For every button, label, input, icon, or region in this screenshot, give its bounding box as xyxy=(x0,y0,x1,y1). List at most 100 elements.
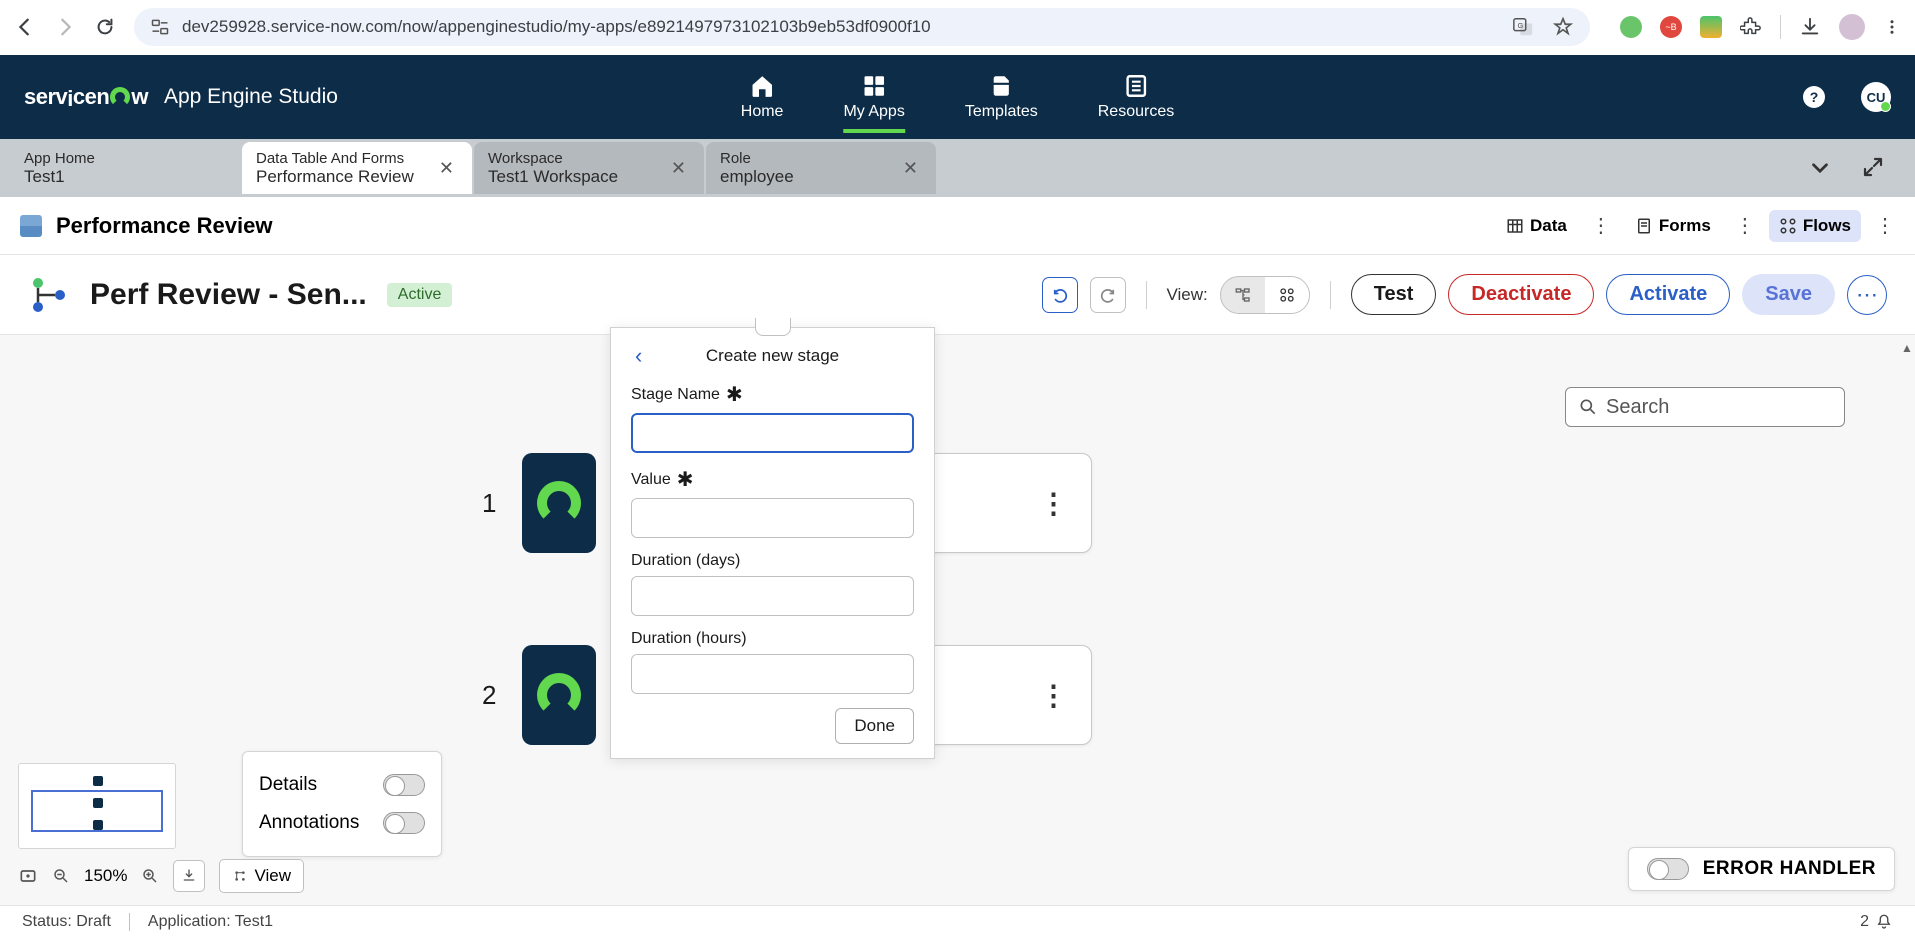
search-icon xyxy=(1578,397,1598,417)
forms-tab[interactable]: Forms xyxy=(1625,210,1721,242)
flows-menu[interactable]: ⋮ xyxy=(1875,213,1895,238)
tab-workspace[interactable]: Workspace Test1 Workspace ✕ xyxy=(474,142,704,194)
app-header: servicenw App Engine Studio Home My Apps… xyxy=(0,55,1915,139)
chevron-down-icon[interactable] xyxy=(1807,155,1833,181)
step-number: 2 xyxy=(482,680,496,711)
nav-my-apps[interactable]: My Apps xyxy=(843,73,904,121)
back-icon[interactable] xyxy=(14,16,36,38)
extension-icon-3[interactable] xyxy=(1700,16,1722,38)
url-text: dev259928.service-now.com/now/appengines… xyxy=(182,17,1500,37)
view-toggle[interactable] xyxy=(1220,276,1310,314)
nav-templates[interactable]: Templates xyxy=(965,73,1038,121)
sub-header: Performance Review Data ⋮ Forms ⋮ Flows … xyxy=(0,197,1915,255)
forward-icon[interactable] xyxy=(54,16,76,38)
nav-home[interactable]: Home xyxy=(741,73,784,121)
table-icon xyxy=(20,215,42,237)
error-handler-toggle[interactable] xyxy=(1647,858,1689,880)
stage-name-label: Stage Name xyxy=(631,386,720,404)
search-placeholder: Search xyxy=(1606,396,1669,419)
close-icon[interactable]: ✕ xyxy=(667,154,690,183)
close-icon[interactable]: ✕ xyxy=(899,154,922,183)
forms-menu[interactable]: ⋮ xyxy=(1735,213,1755,238)
flow-type-icon xyxy=(28,275,68,315)
zoom-bar: 150% View xyxy=(18,859,304,893)
bell-icon[interactable] xyxy=(1875,913,1893,931)
duration-hours-label: Duration (hours) xyxy=(631,630,747,648)
resources-icon xyxy=(1123,73,1149,99)
create-stage-popover: ‹ Create new stage Stage Name✱ Value✱ Du… xyxy=(610,327,935,759)
step-tile[interactable] xyxy=(522,645,596,745)
extensions-icon[interactable] xyxy=(1740,16,1762,38)
close-icon[interactable]: ✕ xyxy=(435,154,458,183)
help-button[interactable]: ? xyxy=(1803,86,1825,108)
footer: Status: Draft Application: Test1 2 xyxy=(0,905,1915,937)
data-menu[interactable]: ⋮ xyxy=(1591,213,1611,238)
nav-resources[interactable]: Resources xyxy=(1098,73,1174,121)
minimap[interactable] xyxy=(18,763,176,849)
tree-view-option[interactable] xyxy=(1221,277,1265,313)
download-icon[interactable] xyxy=(1799,16,1821,38)
activate-button[interactable]: Activate xyxy=(1606,274,1730,315)
fit-icon[interactable] xyxy=(18,866,38,886)
data-tab[interactable]: Data xyxy=(1496,210,1577,242)
save-button[interactable]: Save xyxy=(1742,274,1835,315)
extension-icon-2[interactable]: ~B xyxy=(1660,16,1682,38)
zoom-in-icon[interactable] xyxy=(141,867,159,885)
flows-tab[interactable]: Flows xyxy=(1769,210,1861,242)
flow-canvas[interactable]: Search 1 ⋮ 2 ⋮ ‹ Create new stage Stage … xyxy=(0,335,1915,905)
extension-icon-1[interactable] xyxy=(1620,16,1642,38)
done-button[interactable]: Done xyxy=(835,708,914,744)
user-avatar[interactable]: CU xyxy=(1861,82,1891,112)
step-menu-icon[interactable]: ⋮ xyxy=(1039,679,1065,712)
tab-data-table[interactable]: Data Table And Forms Performance Review … xyxy=(242,142,472,194)
undo-button[interactable] xyxy=(1042,277,1078,313)
tab-role[interactable]: Role employee ✕ xyxy=(706,142,936,194)
more-actions-button[interactable]: ⋯ xyxy=(1847,275,1887,315)
duration-days-input[interactable] xyxy=(631,576,914,616)
flow-title: Perf Review - Sen... xyxy=(90,278,367,312)
view-icon xyxy=(232,868,248,884)
star-icon[interactable] xyxy=(1552,16,1574,38)
popover-title: Create new stage xyxy=(706,346,839,366)
url-bar[interactable]: dev259928.service-now.com/now/appengines… xyxy=(134,8,1590,46)
value-input[interactable] xyxy=(631,498,914,538)
expand-icon[interactable] xyxy=(1861,155,1885,179)
required-icon: ✱ xyxy=(677,467,694,492)
step-tile[interactable] xyxy=(522,453,596,553)
tab-app-home[interactable]: App Home Test1 xyxy=(10,142,240,194)
popover-handle[interactable] xyxy=(755,318,791,336)
notification-count: 2 xyxy=(1860,913,1869,931)
step-menu-icon[interactable]: ⋮ xyxy=(1039,487,1065,520)
duration-hours-input[interactable] xyxy=(631,654,914,694)
servicenow-logo: servicenw xyxy=(24,84,148,110)
details-toggle[interactable] xyxy=(383,774,425,796)
scroll-up-icon[interactable]: ▲ xyxy=(1901,341,1913,353)
step-number: 1 xyxy=(482,488,496,519)
redo-button[interactable] xyxy=(1090,277,1126,313)
application-text: Application: Test1 xyxy=(148,913,273,931)
view-label: View: xyxy=(1167,285,1208,305)
error-handler-label: ERROR HANDLER xyxy=(1703,858,1876,880)
site-settings-icon[interactable] xyxy=(150,17,170,37)
diagram-view-option[interactable] xyxy=(1265,277,1309,313)
search-box[interactable]: Search xyxy=(1565,387,1845,427)
reload-icon[interactable] xyxy=(94,16,116,38)
download-button[interactable] xyxy=(173,860,205,892)
zoom-out-icon[interactable] xyxy=(52,867,70,885)
view-button[interactable]: View xyxy=(219,859,304,893)
zoom-level: 150% xyxy=(84,866,127,886)
apps-icon xyxy=(861,73,887,99)
profile-avatar[interactable] xyxy=(1839,14,1865,40)
flows-icon xyxy=(1779,217,1797,235)
translate-icon[interactable]: G xyxy=(1512,16,1534,38)
details-label: Details xyxy=(259,774,317,796)
deactivate-button[interactable]: Deactivate xyxy=(1448,274,1594,315)
menu-dots-icon[interactable] xyxy=(1883,18,1901,36)
test-button[interactable]: Test xyxy=(1351,274,1437,315)
stage-name-input[interactable] xyxy=(631,413,914,453)
browser-bar: dev259928.service-now.com/now/appengines… xyxy=(0,0,1915,55)
annotations-label: Annotations xyxy=(259,812,359,834)
annotations-toggle[interactable] xyxy=(383,812,425,834)
back-icon[interactable]: ‹ xyxy=(635,343,642,369)
duration-days-label: Duration (days) xyxy=(631,552,740,570)
